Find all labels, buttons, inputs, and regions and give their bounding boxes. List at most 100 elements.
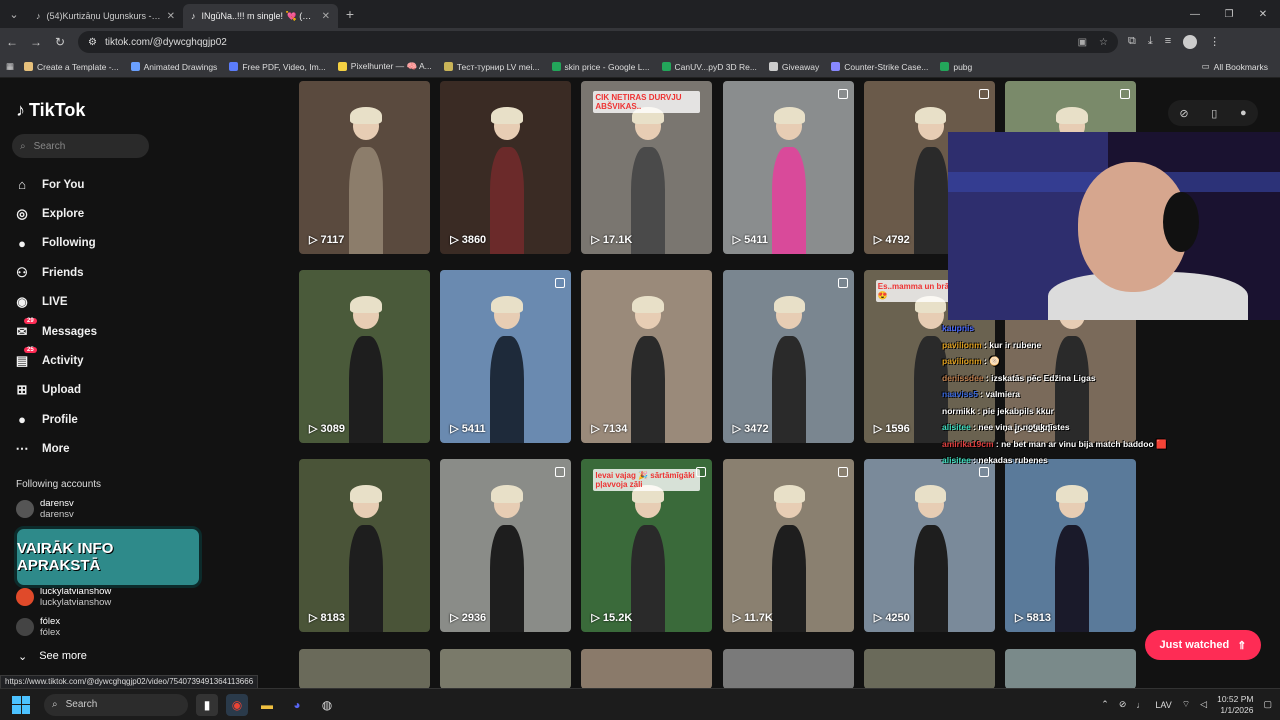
extensions-icon[interactable]: ⧉	[1128, 35, 1136, 49]
compass-control-icon[interactable]: ⊘	[1179, 107, 1188, 120]
video-card[interactable]: ▷ 3472	[722, 270, 854, 444]
video-card[interactable]: ▷ 3860	[440, 81, 572, 254]
browser-tab-active[interactable]: ♪ INgūNa..!!! m single! 💘 (@dyw ✕	[183, 4, 338, 28]
video-card[interactable]: CIK NETIRAS DURVJU ABŠVIKAS.. ▷ 17.1K	[581, 81, 713, 254]
menu-icon[interactable]: ⋮	[1209, 35, 1220, 49]
video-card[interactable]	[440, 648, 572, 689]
media-icon[interactable]: ≡	[1165, 35, 1171, 49]
site-info-icon[interactable]: ⚙	[88, 37, 97, 48]
cast-icon[interactable]: ▣	[1078, 37, 1087, 48]
following-account[interactable]: fólex fólex	[16, 616, 60, 638]
view-count: ▷ 5813	[1015, 612, 1051, 625]
bookmark-item[interactable]: pubg	[940, 61, 972, 72]
profile-avatar-icon[interactable]	[1183, 35, 1198, 49]
nav-item-messages[interactable]: ✉ 29 Messages	[14, 317, 244, 346]
video-card[interactable]: ▷ 7117	[299, 81, 430, 254]
tab-search-icon[interactable]: ⌄	[0, 0, 28, 28]
new-tab-button[interactable]: +	[338, 6, 362, 22]
search-input[interactable]: ⌕ Search	[12, 134, 149, 158]
following-account[interactable]: luckylatvianshow luckylatvianshow	[16, 586, 111, 608]
chat-username: kaupnis	[942, 323, 975, 333]
file-explorer-icon[interactable]: ▬	[256, 694, 278, 716]
reload-icon[interactable]: ↻	[48, 35, 72, 49]
task-view-icon[interactable]: ▮	[196, 693, 218, 716]
video-card[interactable]	[299, 648, 430, 689]
nav-item-upload[interactable]: ⊞ Upload	[14, 376, 244, 405]
nav-item-activity[interactable]: ▤ 25 Activity	[14, 346, 244, 375]
minimize-icon[interactable]: —	[1178, 9, 1212, 20]
video-card[interactable]	[722, 648, 854, 689]
discord-icon[interactable]: ◕	[286, 694, 308, 716]
video-card[interactable]: Ievai vajag 🎉 sārtāmīgāki pļavvoja zāli ▷…	[581, 459, 713, 633]
video-card[interactable]	[863, 648, 995, 689]
nav-item-for-you[interactable]: ⌂ For You	[14, 170, 244, 199]
play-icon: ▷	[450, 234, 462, 246]
video-card[interactable]: ▷ 8183	[299, 459, 430, 633]
video-card[interactable]: ▷ 3089	[299, 270, 430, 444]
clock[interactable]: 10:52 PM 1/1/2026	[1217, 694, 1253, 716]
video-card[interactable]	[581, 648, 713, 689]
windows-start-icon[interactable]	[12, 695, 30, 714]
nav-item-more[interactable]: ⋯ More	[14, 435, 244, 464]
close-tab-icon[interactable]: ✕	[322, 11, 330, 22]
download-icon[interactable]: ⤓	[1148, 35, 1153, 49]
nav-item-profile[interactable]: ● Profile	[14, 405, 244, 434]
bookmark-item[interactable]: Pixelhunter — 🧠 A...	[337, 61, 432, 72]
obs-icon[interactable]: ◍	[316, 694, 338, 716]
tiktok-logo[interactable]: ♪ TikTok	[16, 100, 85, 121]
view-count: ▷ 17.1K	[591, 234, 633, 246]
browser-tab[interactable]: ♪ (54)Kurtizāņu Ugunskurs - Spēc ✕	[28, 4, 183, 28]
nav-item-live[interactable]: ◉ LIVE	[14, 288, 244, 317]
apps-grid-icon[interactable]: ▦	[6, 61, 14, 72]
just-watched-button[interactable]: Just watched ⇑	[1145, 630, 1261, 660]
bookmark-star-icon[interactable]: ☆	[1099, 37, 1108, 48]
volume-icon[interactable]: ◁	[1200, 699, 1207, 710]
close-window-icon[interactable]: ✕	[1246, 9, 1280, 20]
notifications-icon[interactable]: ▢	[1263, 699, 1272, 710]
url-field[interactable]: ⚙ tiktok.com/@dywcghqgjp02 ▣ ☆	[78, 31, 1118, 53]
nav-label: More	[42, 443, 70, 456]
close-tab-icon[interactable]: ✕	[167, 11, 175, 22]
account-handle: darensv	[40, 509, 74, 520]
bookmark-item[interactable]: Counter-Strike Case...	[831, 61, 928, 72]
nav-item-friends[interactable]: ⚇ Friends	[14, 258, 244, 287]
language-indicator[interactable]: LAV	[1155, 700, 1171, 710]
url-text: tiktok.com/@dywcghqgjp02	[104, 36, 227, 48]
nav-item-following[interactable]: ● Following	[14, 229, 244, 258]
maximize-icon[interactable]: ❐	[1212, 9, 1246, 20]
video-card[interactable]: ▷ 5411	[440, 270, 572, 444]
phone-control-icon[interactable]: ▯	[1211, 107, 1217, 120]
network-icon[interactable]: ⊘	[1119, 699, 1127, 710]
view-count: ▷ 8183	[309, 612, 345, 625]
chrome-icon[interactable]: ◉	[226, 693, 248, 716]
all-bookmarks-button[interactable]: ▭ All Bookmarks	[1202, 61, 1268, 72]
video-card[interactable]: ▷ 4250	[863, 459, 995, 633]
forward-icon[interactable]: →	[24, 35, 48, 49]
microphone-icon[interactable]: ♩	[1136, 700, 1145, 710]
play-icon: ▷	[309, 612, 321, 625]
photo-mode-icon	[978, 467, 989, 478]
video-card[interactable]: ▷ 11.7K	[722, 459, 854, 633]
bookmark-item[interactable]: CanUV...pyD 3D Re...	[661, 61, 757, 72]
video-card[interactable]: ▷ 5411	[722, 81, 854, 254]
video-card[interactable]: ▷ 2936	[440, 459, 572, 633]
video-card[interactable]: ▷ 5813	[1005, 459, 1136, 633]
nav-item-explore[interactable]: ◎ Explore	[14, 199, 244, 228]
back-icon[interactable]: ←	[0, 35, 24, 49]
bookmark-item[interactable]: Create a Template -...	[24, 61, 119, 72]
bookmark-item[interactable]: skin price - Google L...	[551, 61, 650, 72]
view-count: ▷ 4250	[873, 612, 910, 625]
bookmark-item[interactable]: Тест-турнир LV mei...	[443, 61, 540, 72]
bookmark-item[interactable]: Free PDF, Video, Im...	[229, 61, 326, 72]
bookmark-item[interactable]: Giveaway	[768, 61, 819, 72]
video-card[interactable]	[1005, 648, 1136, 689]
video-card[interactable]: ▷ 7134	[581, 270, 713, 444]
bookmark-item[interactable]: Animated Drawings	[130, 61, 217, 72]
see-more-button[interactable]: ⌄ See more	[18, 650, 87, 663]
tray-chevron-icon[interactable]: ⌃	[1101, 699, 1109, 710]
following-account[interactable]: darensv darensv	[16, 498, 74, 520]
view-count: ▷ 3860	[450, 234, 487, 246]
wifi-icon[interactable]: ⌔	[1182, 699, 1190, 710]
taskbar-search-input[interactable]: ⌕ Search	[44, 693, 188, 716]
avatar-control-icon[interactable]: ●	[1240, 107, 1247, 119]
